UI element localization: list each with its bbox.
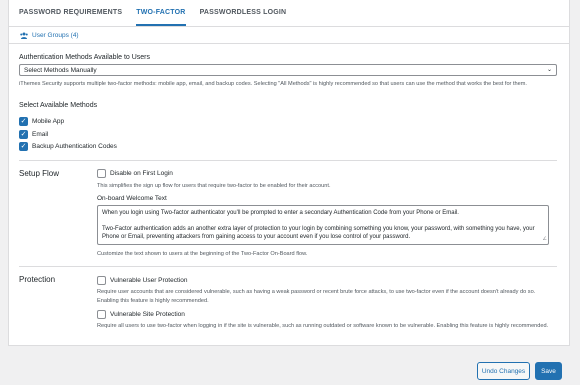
user-groups-link[interactable]: User Groups (4)	[20, 32, 79, 39]
user-groups-bar: User Groups (4)	[9, 27, 569, 44]
vulnerable-user-help: Require user accounts that are considere…	[97, 289, 536, 304]
disable-first-login-label: Disable on First Login	[110, 170, 173, 177]
checkbox-checked-icon[interactable]: ✓	[19, 142, 28, 151]
auth-methods-help: iThemes Security supports multiple two-f…	[19, 81, 527, 87]
disable-first-login-help: This simplifies the sign up flow for use…	[97, 183, 331, 189]
welcome-text-paragraph-1: When you login using Two-factor authenti…	[102, 210, 459, 216]
vulnerable-site-help: Require all users to use two-factor when…	[97, 323, 549, 329]
vulnerable-user-label: Vulnerable User Protection	[110, 277, 188, 284]
method-label: Mobile App	[32, 118, 65, 125]
chevron-down-icon: ⌄	[546, 67, 552, 73]
vulnerable-site-row[interactable]: Vulnerable Site Protection	[97, 310, 185, 319]
method-email[interactable]: ✓ Email	[19, 130, 48, 139]
checkbox-unchecked-icon[interactable]	[97, 310, 106, 319]
welcome-text-label: On-board Welcome Text	[97, 195, 167, 202]
protection-heading: Protection	[19, 275, 56, 284]
resize-handle-icon[interactable]: ∠	[543, 235, 547, 243]
section-divider	[19, 266, 557, 267]
tab-password-requirements[interactable]: PASSWORD REQUIREMENTS	[19, 0, 122, 26]
method-label: Email	[32, 131, 49, 138]
checkbox-unchecked-icon[interactable]	[97, 169, 106, 178]
auth-methods-selected: Select Methods Manually	[24, 67, 97, 74]
auth-methods-label: Authentication Methods Available to User…	[19, 54, 151, 61]
setup-flow-heading: Setup Flow	[19, 169, 60, 178]
auth-methods-select[interactable]: Select Methods Manually ⌄	[19, 64, 557, 76]
users-icon	[20, 32, 28, 39]
welcome-text-area[interactable]: When you login using Two-factor authenti…	[97, 205, 549, 245]
welcome-text-paragraph-2: Two-Factor authentication adds an anothe…	[102, 226, 535, 240]
section-divider	[19, 160, 557, 161]
checkbox-checked-icon[interactable]: ✓	[19, 130, 28, 139]
undo-changes-button[interactable]: Undo Changes	[477, 362, 530, 380]
checkbox-unchecked-icon[interactable]	[97, 276, 106, 285]
save-button[interactable]: Save	[535, 362, 562, 380]
vulnerable-site-label: Vulnerable Site Protection	[110, 311, 185, 318]
available-methods-label: Select Available Methods	[19, 102, 98, 109]
tab-passwordless-login[interactable]: PASSWORDLESS LOGIN	[200, 0, 287, 26]
checkbox-checked-icon[interactable]: ✓	[19, 117, 28, 126]
user-groups-label: User Groups (4)	[32, 31, 79, 39]
tab-two-factor[interactable]: TWO-FACTOR	[136, 0, 186, 26]
method-mobile-app[interactable]: ✓ Mobile App	[19, 117, 64, 126]
disable-first-login-row[interactable]: Disable on First Login	[97, 169, 173, 178]
vulnerable-user-row[interactable]: Vulnerable User Protection	[97, 276, 187, 285]
tab-bar: PASSWORD REQUIREMENTS TWO-FACTOR PASSWOR…	[9, 0, 569, 27]
method-label: Backup Authentication Codes	[32, 143, 117, 150]
method-backup-codes[interactable]: ✓ Backup Authentication Codes	[19, 142, 117, 151]
welcome-text-help: Customize the text shown to users at the…	[97, 251, 308, 257]
